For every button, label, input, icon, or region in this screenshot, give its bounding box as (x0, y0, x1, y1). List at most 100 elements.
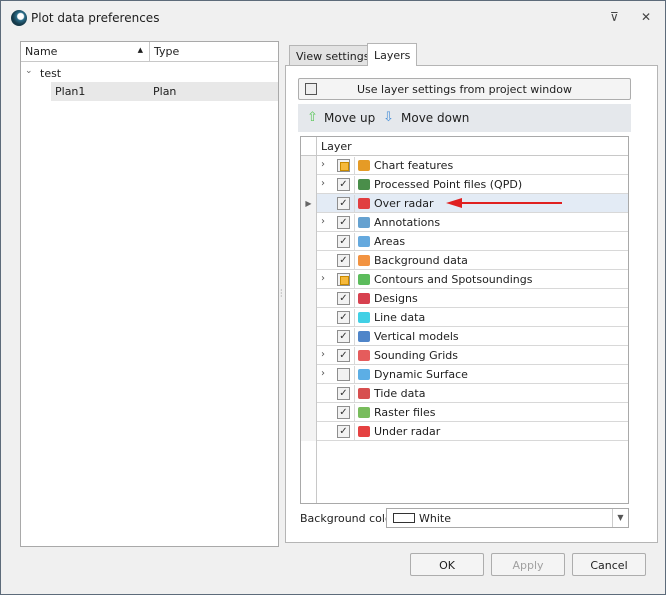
layer-checkbox[interactable]: ✓ (337, 292, 350, 305)
dynamic-surface-icon (354, 366, 371, 383)
expand-chevron-icon[interactable]: › (321, 159, 325, 170)
layer-label: Vertical models (374, 330, 459, 343)
layer-checkbox[interactable]: ✓ (337, 216, 350, 229)
tab-view-settings[interactable]: View settings (289, 45, 377, 66)
layer-checkbox[interactable]: ✓ (337, 349, 350, 362)
dialog-window: Plot data preferences ⊽ ✕ Name ▲ Type ⌄ t… (0, 0, 666, 595)
layer-checkbox[interactable]: ✓ (337, 178, 350, 191)
row-indicator (301, 346, 317, 365)
color-swatch (393, 513, 415, 523)
layer-row[interactable]: ✓ Background data (301, 251, 628, 270)
layer-row[interactable]: ✓ Raster files (301, 403, 628, 422)
layer-checkbox[interactable]: ✓ (337, 387, 350, 400)
tab-layers[interactable]: Layers (367, 43, 418, 66)
layer-label: Tide data (374, 387, 426, 400)
close-icon[interactable]: ✕ (641, 10, 651, 24)
expand-chevron-icon[interactable]: › (321, 216, 325, 227)
chevron-down-icon[interactable]: ▼ (612, 509, 628, 527)
contours-icon (354, 271, 371, 288)
layer-label: Raster files (374, 406, 436, 419)
layer-row[interactable]: › ✓ Sounding Grids (301, 346, 628, 365)
radar-icon (354, 423, 371, 440)
layer-row[interactable]: › Contours and Spotsoundings (301, 270, 628, 289)
layer-row[interactable]: ✓ Tide data (301, 384, 628, 403)
row-indicator (301, 403, 317, 422)
move-down-button[interactable]: Move down (401, 111, 469, 125)
layer-label: Designs (374, 292, 418, 305)
row-indicator (301, 251, 317, 270)
layer-row[interactable]: › ✓ Processed Point files (QPD) (301, 175, 628, 194)
sounding-grid-icon (354, 347, 371, 364)
designs-icon (354, 290, 371, 307)
move-up-button[interactable]: Move up (324, 111, 375, 125)
column-header-name[interactable]: Name ▲ (21, 42, 150, 62)
expand-chevron-icon[interactable]: › (321, 273, 325, 284)
tree-item-plan1[interactable]: Plan1 Plan (51, 82, 278, 101)
checkbox[interactable] (305, 83, 317, 95)
layer-row[interactable]: › Dynamic Surface (301, 365, 628, 384)
move-toolbar: ⇧ Move up ⇩ Move down (298, 104, 631, 132)
arrow-up-icon: ⇧ (307, 110, 318, 125)
layer-checkbox[interactable]: ✓ (337, 330, 350, 343)
row-indicator (301, 156, 317, 175)
layer-checkbox[interactable] (337, 368, 350, 381)
line-data-icon (354, 309, 371, 326)
area-icon (354, 233, 371, 250)
layer-row[interactable]: ✓ Areas (301, 232, 628, 251)
layers-grid[interactable]: Layer › Chart features › ✓ Processed Point f… (300, 136, 629, 504)
layer-row[interactable]: ✓ Vertical models (301, 327, 628, 346)
layer-label: Over radar (374, 197, 434, 210)
layer-row[interactable]: › Chart features (301, 156, 628, 175)
indicator-column (301, 441, 317, 503)
item-name: Plan1 (55, 85, 86, 98)
use-project-settings-toggle[interactable]: Use layer settings from project window (298, 78, 631, 100)
row-indicator (301, 175, 317, 194)
annotation-arrow (446, 198, 562, 208)
expand-chevron-icon[interactable]: › (321, 178, 325, 189)
column-header-type[interactable]: Type (150, 42, 278, 62)
layer-row[interactable]: ✓ Under radar (301, 422, 628, 441)
apply-button[interactable]: Apply (491, 553, 565, 576)
expand-chevron-icon[interactable]: › (321, 349, 325, 360)
splitter-handle[interactable]: · · · (280, 287, 283, 301)
layer-checkbox[interactable] (337, 273, 350, 286)
layer-label: Line data (374, 311, 426, 324)
layer-checkbox[interactable]: ✓ (337, 197, 350, 210)
layer-checkbox[interactable]: ✓ (337, 406, 350, 419)
layer-row[interactable]: ✓ Line data (301, 308, 628, 327)
layer-checkbox[interactable]: ✓ (337, 425, 350, 438)
plan-tree[interactable]: Name ▲ Type ⌄ test Plan1 Plan (20, 41, 279, 547)
layer-column-header[interactable]: Layer (321, 140, 352, 153)
layer-label: Areas (374, 235, 406, 248)
row-indicator (301, 327, 317, 346)
expand-chevron-icon[interactable]: › (321, 368, 325, 379)
radar-icon (354, 195, 371, 212)
column-label: Name (25, 45, 58, 58)
toggle-label: Use layer settings from project window (356, 83, 572, 96)
layer-label: Under radar (374, 425, 441, 438)
sort-asc-icon: ▲ (137, 46, 143, 54)
row-indicator (301, 422, 317, 441)
background-color-select[interactable]: White ▼ (386, 508, 629, 528)
cancel-button[interactable]: Cancel (572, 553, 646, 576)
layer-checkbox[interactable]: ✓ (337, 311, 350, 324)
layer-checkbox[interactable] (337, 159, 350, 172)
app-icon (11, 10, 27, 26)
layer-checkbox[interactable]: ✓ (337, 235, 350, 248)
layer-label: Processed Point files (QPD) (374, 178, 523, 191)
window-title: Plot data preferences (31, 11, 160, 25)
row-indicator (301, 384, 317, 403)
tree-root[interactable]: test (40, 67, 61, 80)
layer-row[interactable]: ✓ Designs (301, 289, 628, 308)
row-indicator (301, 232, 317, 251)
layer-row[interactable]: › ✓ Annotations (301, 213, 628, 232)
background-data-icon (354, 252, 371, 269)
layer-checkbox[interactable]: ✓ (337, 254, 350, 267)
pin-icon[interactable]: ⊽ (610, 10, 619, 24)
collapse-icon[interactable]: ⌄ (25, 66, 33, 76)
indicator-header (301, 137, 317, 155)
layer-label: Dynamic Surface (374, 368, 468, 381)
layer-label: Contours and Spotsoundings (374, 273, 533, 286)
ok-button[interactable]: OK (410, 553, 484, 576)
row-indicator (301, 365, 317, 384)
